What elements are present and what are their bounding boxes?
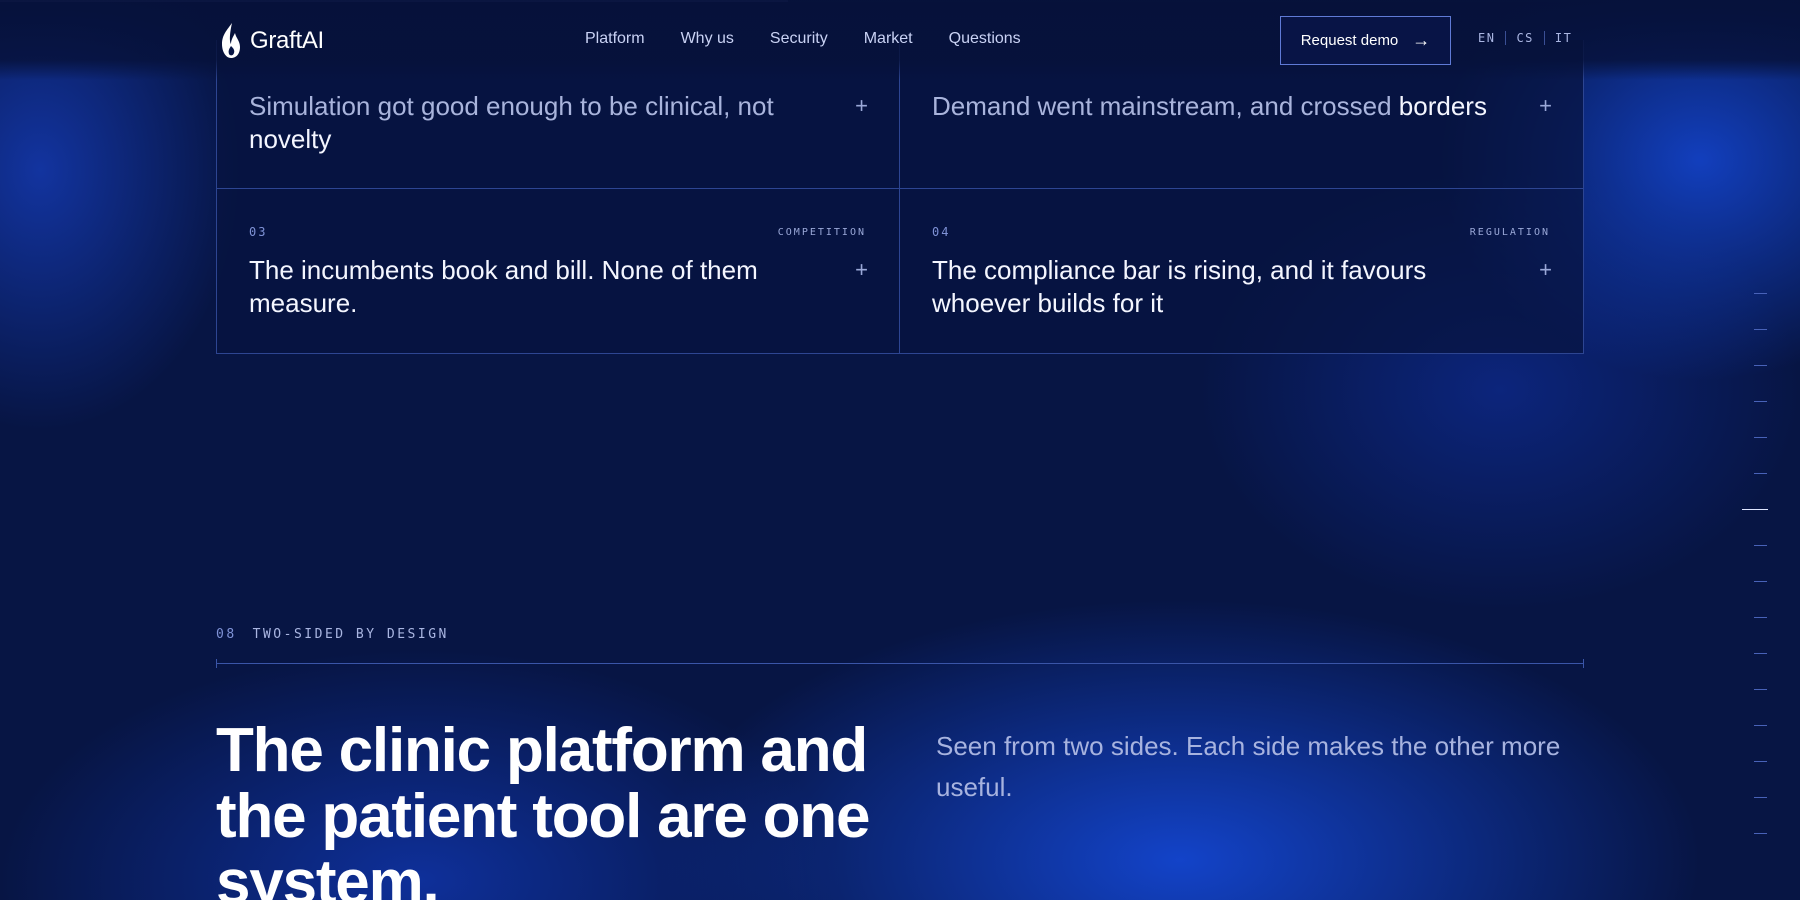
nav-link-platform[interactable]: Platform	[585, 30, 645, 48]
nav-link-security[interactable]: Security	[770, 30, 828, 48]
lang-divider	[1505, 31, 1507, 45]
reason-card-title-main: The incumbents book and bill. None of th…	[249, 255, 758, 318]
reason-card-title: The incumbents book and bill. None of th…	[249, 254, 819, 320]
expand-plus-icon[interactable]: +	[1539, 93, 1552, 119]
divider-tick-left	[216, 659, 217, 668]
lang-option-it[interactable]: IT	[1555, 31, 1572, 45]
scroll-tick[interactable]	[1754, 293, 1767, 294]
reason-card-title-faded: Demand went mainstream, and crossed	[932, 91, 1392, 121]
scroll-tick[interactable]	[1754, 761, 1767, 762]
scroll-tick[interactable]	[1754, 401, 1767, 402]
nav-link-questions[interactable]: Questions	[949, 30, 1021, 48]
section-number: 08	[216, 627, 237, 642]
nav-link-why-us[interactable]: Why us	[681, 30, 734, 48]
reason-card-regulation[interactable]: 04 REGULATION The compliance bar is risi…	[900, 189, 1583, 353]
lang-option-en[interactable]: EN	[1478, 31, 1495, 45]
page: Simulation got good enough to be clinica…	[0, 0, 1800, 900]
brand-name: GraftAI	[250, 27, 324, 54]
section-label: TWO-SIDED BY DESIGN	[252, 627, 449, 642]
reasons-grid: Simulation got good enough to be clinica…	[216, 40, 1584, 354]
scroll-tick[interactable]	[1754, 689, 1767, 690]
arrow-right-icon: →	[1412, 30, 1431, 50]
expand-plus-icon[interactable]: +	[855, 93, 868, 119]
section-divider	[216, 663, 1584, 664]
expand-plus-icon[interactable]: +	[855, 257, 868, 283]
reason-card-tag: COMPETITION	[777, 227, 866, 238]
scroll-tick[interactable]	[1754, 365, 1767, 366]
scroll-tick[interactable]	[1754, 329, 1767, 330]
reason-card-title-main: borders	[1398, 91, 1487, 121]
reason-card-title: Simulation got good enough to be clinica…	[249, 90, 819, 156]
scroll-tick[interactable]	[1754, 473, 1767, 474]
divider-tick-right	[1583, 659, 1584, 668]
section-headline: The clinic platform and the patient tool…	[216, 716, 870, 900]
scroll-tick[interactable]	[1754, 581, 1767, 582]
main-nav: Platform Why us Security Market Question…	[585, 30, 1021, 48]
reason-card-title-faded: Simulation got good enough to be clinica…	[249, 91, 774, 121]
scroll-tick[interactable]	[1754, 797, 1767, 798]
reason-card-number: 04	[932, 225, 951, 239]
lang-divider	[1543, 31, 1545, 45]
request-demo-label: Request demo	[1300, 32, 1399, 49]
language-switcher: EN CS IT	[1478, 31, 1572, 45]
scroll-tick[interactable]	[1754, 653, 1767, 654]
reason-card-title: Demand went mainstream, and crossed bord…	[932, 90, 1502, 123]
scroll-tick-active[interactable]	[1742, 509, 1768, 510]
site-header: GraftAI Platform Why us Security Market …	[0, 0, 1800, 80]
scroll-tick[interactable]	[1754, 437, 1767, 438]
reason-card-tag: REGULATION	[1469, 227, 1550, 238]
brand-logo[interactable]: GraftAI	[218, 22, 324, 60]
scroll-tick[interactable]	[1754, 725, 1767, 726]
request-demo-button[interactable]: Request demo →	[1280, 16, 1451, 65]
expand-plus-icon[interactable]: +	[1539, 257, 1552, 283]
section-eyebrow: 08 TWO-SIDED BY DESIGN	[216, 627, 449, 642]
scroll-tick[interactable]	[1754, 833, 1767, 834]
reason-card-competition[interactable]: 03 COMPETITION The incumbents book and b…	[217, 189, 900, 353]
nav-link-market[interactable]: Market	[864, 30, 913, 48]
reason-card-title: The compliance bar is rising, and it fav…	[932, 254, 1502, 320]
lang-option-cs[interactable]: CS	[1516, 31, 1533, 45]
reason-card-number: 03	[249, 225, 268, 239]
reason-card-title-main: The compliance bar is rising, and it fav…	[932, 255, 1427, 318]
section-lead: Seen from two sides. Each side makes the…	[936, 731, 1561, 802]
reason-card-title-main: novelty	[249, 124, 332, 154]
scroll-tick[interactable]	[1754, 545, 1767, 546]
scroll-tick[interactable]	[1754, 617, 1767, 618]
flame-logo-icon	[222, 23, 240, 58]
